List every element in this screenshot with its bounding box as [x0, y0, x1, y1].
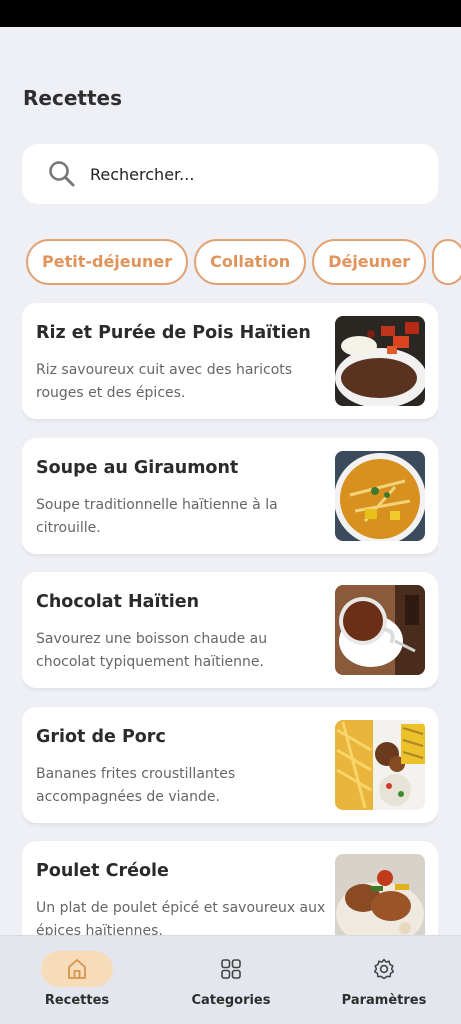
search-input[interactable]: Rechercher...	[90, 165, 194, 184]
recipe-description: Un plat de poulet épicé et savoureux aux…	[36, 900, 326, 935]
chip-dejeuner[interactable]: Déjeuner	[312, 239, 427, 285]
nav-item-parametres[interactable]: Paramètres	[314, 936, 454, 1024]
chip-next[interactable]	[432, 239, 461, 285]
recipe-description: Bananes frites croustillantes accompagné…	[36, 766, 236, 805]
recipe-card[interactable]: Chocolat Haïtien Savourez une boisson ch…	[22, 572, 438, 688]
recipe-image	[335, 585, 425, 675]
recipe-title: Riz et Purée de Pois Haïtien	[36, 323, 311, 343]
page-title: Recettes	[23, 86, 122, 110]
nav-item-recettes[interactable]: Recettes	[7, 936, 147, 1024]
recipe-card[interactable]: Riz et Purée de Pois Haïtien Riz savoure…	[22, 303, 438, 419]
recipe-title: Chocolat Haïtien	[36, 592, 200, 612]
bottom-navigation: Recettes Categories Paramètres	[0, 935, 461, 1024]
home-icon	[68, 959, 86, 979]
recipe-card[interactable]: Soupe au Giraumont Soupe traditionnelle …	[22, 438, 438, 554]
nav-item-categories[interactable]: Categories	[161, 936, 301, 1024]
recipe-title: Poulet Créole	[36, 861, 169, 881]
nav-label: Categories	[191, 993, 271, 1008]
recipe-description: Riz savoureux cuit avec des haricots rou…	[36, 362, 293, 401]
nav-label: Recettes	[44, 993, 110, 1008]
search-bar[interactable]: Rechercher...	[22, 144, 438, 204]
chip-collation[interactable]: Collation	[194, 239, 307, 285]
recipe-image	[335, 854, 425, 935]
recipe-description: Savourez une boisson chaude au chocolat …	[36, 631, 268, 670]
recipe-title: Griot de Porc	[36, 727, 166, 747]
recipe-image	[335, 316, 425, 406]
gear-icon	[373, 958, 395, 980]
recipe-description: Soupe traditionnelle haïtienne à la citr…	[36, 497, 278, 536]
category-chips: Petit-déjeuner Collation Déjeuner	[26, 239, 461, 287]
recipe-card[interactable]: Poulet Créole Un plat de poulet épicé et…	[22, 841, 438, 935]
chip-petit-dejeuner[interactable]: Petit-déjeuner	[26, 239, 189, 285]
nav-label: Paramètres	[341, 993, 427, 1008]
status-bar	[0, 0, 461, 27]
recipe-title: Soupe au Giraumont	[36, 458, 239, 478]
recipe-list: Riz et Purée de Pois Haïtien Riz savoure…	[22, 303, 438, 935]
grid-icon	[221, 959, 241, 979]
search-icon	[49, 161, 75, 187]
recipe-image	[335, 720, 425, 810]
recipe-image	[335, 451, 425, 541]
recipe-card[interactable]: Griot de Porc Bananes frites croustillan…	[22, 707, 438, 823]
